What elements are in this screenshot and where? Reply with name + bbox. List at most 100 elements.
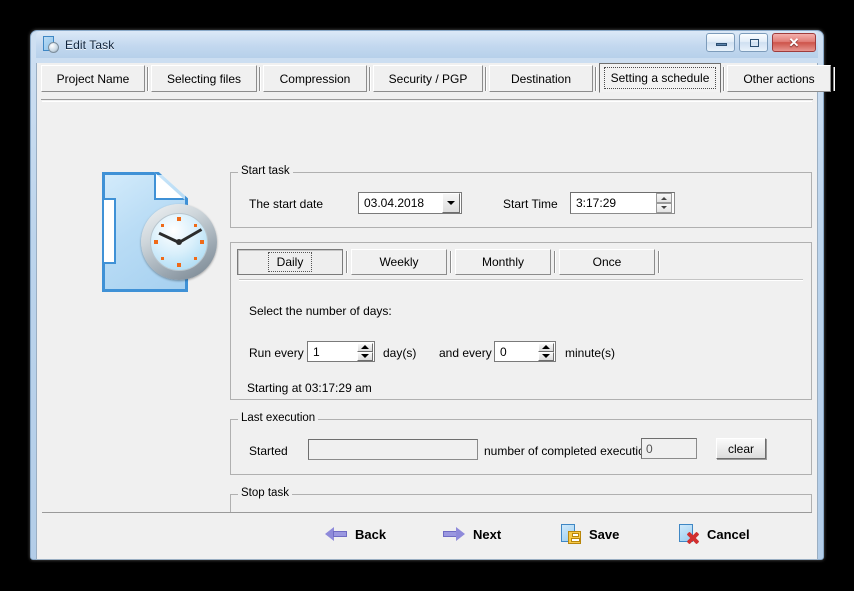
save-button-label: Save (589, 527, 619, 542)
frequency-tab-label: Daily (268, 252, 313, 272)
tab-setting-a-schedule[interactable]: Setting a schedule (599, 63, 721, 93)
minutes-value: 0 (495, 345, 538, 359)
spinner-up-icon[interactable] (357, 343, 373, 352)
frequency-tab-monthly[interactable]: Monthly (455, 249, 551, 275)
tab-project-name[interactable]: Project Name (41, 65, 145, 92)
task-clock-icon (42, 36, 59, 53)
spinner-up-icon[interactable] (538, 343, 554, 352)
started-field[interactable] (308, 439, 478, 460)
tab-label: Security / PGP (382, 68, 475, 90)
tab-label: Setting a schedule (604, 67, 717, 89)
window-controls: ✕ (706, 33, 816, 52)
tab-selecting-files[interactable]: Selecting files (151, 65, 257, 92)
minutes-unit-label: minute(s) (565, 346, 615, 360)
tab-bar: Project Name Selecting files Compression… (41, 63, 813, 95)
minutes-spinner[interactable]: 0 (494, 341, 556, 362)
start-date-label: The start date (249, 197, 323, 211)
frequency-tab-weekly[interactable]: Weekly (351, 249, 447, 275)
completed-executions-field[interactable]: 0 (641, 438, 697, 459)
group-title: Start task (238, 165, 293, 177)
spinner-down-icon[interactable] (357, 352, 373, 361)
start-date-value: 03.04.2018 (359, 196, 442, 210)
spinner-down-icon[interactable] (538, 352, 554, 361)
days-spinner-buttons[interactable] (357, 343, 373, 361)
completed-executions-label: number of completed executions (484, 444, 657, 458)
spinner-down-icon[interactable] (656, 203, 672, 213)
back-button-label: Back (355, 527, 386, 542)
close-button[interactable]: ✕ (772, 33, 816, 52)
minimize-icon (716, 43, 727, 46)
next-button-label: Next (473, 527, 501, 542)
tab-label: Destination (504, 68, 578, 90)
screen: Edit Task ✕ Project Name (0, 0, 854, 591)
edit-task-window: Edit Task ✕ Project Name (30, 30, 824, 560)
tab-label: Project Name (50, 68, 137, 90)
start-date-combo[interactable]: 03.04.2018 (358, 192, 462, 214)
frequency-tab-separator (346, 251, 348, 273)
select-days-instruction: Select the number of days: (249, 304, 392, 318)
cancel-x-icon (679, 524, 699, 544)
tab-separator (595, 67, 597, 91)
tab-compression[interactable]: Compression (263, 65, 367, 92)
frequency-tab-bar: Daily Weekly Monthly Once (237, 249, 805, 275)
tab-destination[interactable]: Destination (489, 65, 593, 92)
close-icon: ✕ (773, 34, 815, 51)
and-every-label: and every (439, 346, 492, 360)
schedule-frequency-panel: Daily Weekly Monthly Once (230, 242, 812, 400)
last-execution-group: Last execution Started number of complet… (230, 419, 812, 475)
schedule-page: Start task The start date 03.04.2018 Sta… (42, 101, 812, 512)
cancel-button[interactable]: Cancel (669, 520, 787, 548)
frequency-tab-label: Weekly (370, 252, 427, 272)
tab-separator (259, 67, 261, 91)
frequency-underline (239, 279, 803, 281)
save-disk-icon (561, 524, 581, 544)
clear-button-label: clear (728, 442, 754, 456)
start-task-group: Start task The start date 03.04.2018 Sta… (230, 172, 812, 228)
save-button[interactable]: Save (551, 520, 669, 548)
spinner-up-icon[interactable] (656, 193, 672, 203)
tab-separator (369, 67, 371, 91)
starting-at-text: Starting at 03:17:29 am (247, 381, 372, 395)
arrow-right-icon (443, 527, 465, 541)
start-time-value: 3:17:29 (571, 196, 656, 210)
tab-label: Other actions (736, 68, 821, 90)
tab-label: Compression (273, 68, 358, 90)
restore-button[interactable] (739, 33, 768, 52)
frequency-tab-separator (658, 251, 660, 273)
tab-underline (41, 99, 813, 100)
frequency-tab-separator (450, 251, 452, 273)
started-label: Started (249, 444, 288, 458)
tab-label: Selecting files (160, 68, 248, 90)
cancel-button-label: Cancel (707, 527, 750, 542)
start-time-spinner[interactable] (656, 193, 672, 213)
window-title: Edit Task (65, 38, 114, 52)
clear-button[interactable]: clear (716, 438, 766, 459)
days-spinner[interactable]: 1 (307, 341, 375, 362)
start-time-label: Start Time (503, 197, 558, 211)
tab-separator (147, 67, 149, 91)
footer-bar: Back Next Save (42, 512, 812, 555)
frequency-tab-daily[interactable]: Daily (237, 249, 343, 275)
next-button[interactable]: Next (433, 523, 551, 546)
client-area: Project Name Selecting files Compression… (36, 63, 818, 560)
minimize-button[interactable] (706, 33, 735, 52)
group-title: Stop task (238, 487, 292, 499)
frequency-tab-separator (554, 251, 556, 273)
group-title: Last execution (238, 412, 318, 424)
completed-executions-value: 0 (646, 442, 653, 456)
back-button[interactable]: Back (315, 523, 433, 546)
frequency-tab-once[interactable]: Once (559, 249, 655, 275)
frequency-tab-label: Once (584, 252, 631, 272)
minutes-spinner-buttons[interactable] (538, 343, 554, 361)
tab-security-pgp[interactable]: Security / PGP (373, 65, 483, 92)
days-unit-label: day(s) (383, 346, 416, 360)
schedule-task-icon (97, 168, 221, 296)
days-value: 1 (308, 345, 357, 359)
run-every-label: Run every (249, 346, 304, 360)
chevron-down-icon[interactable] (442, 193, 460, 213)
tab-other-actions[interactable]: Other actions (727, 65, 831, 92)
start-time-field[interactable]: 3:17:29 (570, 192, 675, 214)
tab-separator (833, 67, 835, 91)
frequency-tab-label: Monthly (473, 252, 533, 272)
restore-icon (750, 39, 759, 47)
